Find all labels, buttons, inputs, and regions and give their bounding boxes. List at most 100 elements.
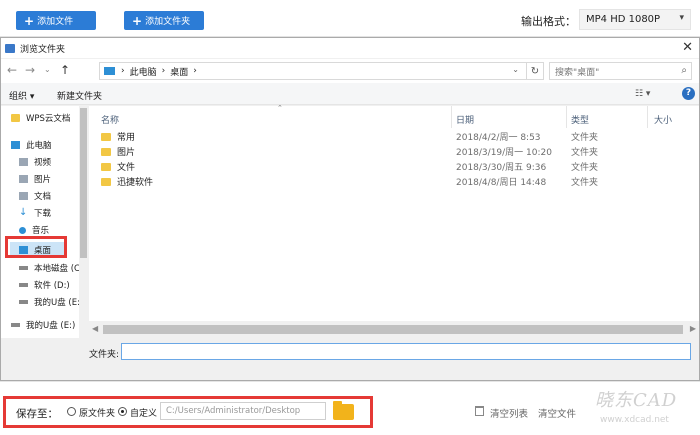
sidebar-item-label: 下载 xyxy=(34,209,52,219)
breadcrumb-separator: › xyxy=(193,66,197,76)
sort-caret-icon: ⌃ xyxy=(277,104,283,112)
folder-label: 文件夹: xyxy=(89,350,120,360)
open-folder-button[interactable] xyxy=(333,401,354,420)
table-row[interactable]: 迅捷软件 2018/4/8/周日 14:48 文件夹 xyxy=(101,174,661,189)
file-type: 文件夹 xyxy=(571,178,599,188)
video-icon xyxy=(19,158,28,166)
drive-icon xyxy=(19,283,28,287)
browse-folder-dialog: 浏览文件夹 ✕ ← → ⌄ ↑ › 此电脑 › 桌面 › ⌄ ↻ 搜索"桌面" … xyxy=(0,37,700,381)
add-file-button[interactable]: + 添加文件 xyxy=(16,11,96,30)
breadcrumb-desktop[interactable]: 桌面 xyxy=(170,65,188,78)
sidebar-scroll-thumb[interactable] xyxy=(80,108,87,258)
address-row: ← → ⌄ ↑ › 此电脑 › 桌面 › ⌄ ↻ 搜索"桌面" ⌕ xyxy=(1,59,699,83)
drive-icon xyxy=(19,266,28,270)
add-folder-label: 添加文件夹 xyxy=(145,17,191,27)
organize-menu[interactable]: 组织 ▾ xyxy=(9,89,34,102)
file-type: 文件夹 xyxy=(571,133,599,143)
back-arrow-icon[interactable]: ← xyxy=(7,63,17,77)
folder-icon xyxy=(101,147,111,156)
horizontal-scroll-thumb[interactable] xyxy=(103,325,683,334)
music-icon xyxy=(19,226,26,234)
save-to-label: 保存至： xyxy=(16,408,58,420)
search-placeholder: 搜索"桌面" xyxy=(555,67,600,78)
breadcrumb-this-pc[interactable]: 此电脑 xyxy=(130,65,157,78)
sidebar-item-label: 音乐 xyxy=(32,226,50,236)
picture-icon xyxy=(19,175,28,183)
watermark-logo: 晓东CAD xyxy=(595,390,678,411)
computer-icon xyxy=(11,141,20,149)
column-type[interactable]: 类型 xyxy=(571,113,589,126)
radio-custom[interactable] xyxy=(118,407,127,416)
file-name: 迅捷软件 xyxy=(117,178,154,188)
view-options-icon[interactable]: ☷ ▾ xyxy=(635,89,650,99)
help-icon[interactable]: ? xyxy=(682,87,695,100)
usb-icon xyxy=(19,300,28,304)
table-row[interactable]: 文件 2018/3/30/周五 9:36 文件夹 xyxy=(101,159,661,174)
save-path-input[interactable]: C:/Users/Administrator/Desktop xyxy=(160,402,326,420)
sidebar-item-label: 此电脑 xyxy=(26,141,52,151)
download-icon: ↓ xyxy=(19,207,28,218)
up-arrow-icon[interactable]: ↑ xyxy=(60,63,70,77)
recent-chevron-icon[interactable]: ⌄ xyxy=(44,65,51,74)
column-size[interactable]: 大小 xyxy=(654,113,672,126)
table-row[interactable]: 图片 2018/3/19/周一 10:20 文件夹 xyxy=(101,144,661,159)
sidebar-item-label: 本地磁盘 (C xyxy=(34,264,79,274)
column-divider xyxy=(647,106,648,128)
file-date: 2018/3/30/周五 9:36 xyxy=(456,163,547,173)
output-format-select[interactable]: MP4 HD 1080P ▾ xyxy=(579,9,691,30)
file-date: 2018/3/19/周一 10:20 xyxy=(456,148,552,158)
desktop-highlight-box xyxy=(5,236,67,258)
breadcrumb-separator: › xyxy=(161,66,166,76)
breadcrumb-separator: › xyxy=(121,66,125,76)
watermark-url: www.xdcad.net xyxy=(600,415,669,425)
plus-icon: + xyxy=(24,13,35,28)
dialog-toolbar: 组织 ▾ 新建文件夹 ☷ ▾ ? xyxy=(1,83,699,105)
add-file-label: 添加文件 xyxy=(37,17,74,27)
refresh-button[interactable]: ↻ xyxy=(527,62,544,80)
folder-icon xyxy=(101,177,111,186)
column-name[interactable]: 名称 xyxy=(101,113,119,126)
scroll-right-icon[interactable]: ▶ xyxy=(690,324,696,333)
radio-original-folder[interactable] xyxy=(67,407,76,416)
folder-icon xyxy=(11,114,20,122)
sidebar-item-label: 我的U盘 (E:) xyxy=(26,321,76,331)
table-row[interactable]: 常用 2018/4/2/周一 8:53 文件夹 xyxy=(101,129,661,144)
document-icon xyxy=(19,192,28,200)
add-folder-button[interactable]: + 添加文件夹 xyxy=(124,11,204,30)
close-icon[interactable]: ✕ xyxy=(682,40,693,55)
sidebar-item-local-disk-c[interactable]: 本地磁盘 (C xyxy=(19,260,79,276)
column-divider xyxy=(566,106,567,128)
file-type: 文件夹 xyxy=(571,148,599,158)
column-divider xyxy=(451,106,452,128)
search-input[interactable]: 搜索"桌面" ⌕ xyxy=(549,62,692,80)
sidebar-item-label: 我的U盘 (E: xyxy=(34,298,79,308)
clear-list-button[interactable]: 清空列表 xyxy=(490,406,528,420)
output-format-label: 输出格式： xyxy=(521,15,576,28)
original-folder-label[interactable]: 原文件夹 xyxy=(79,406,115,419)
sidebar-item-label: WPS云文档 xyxy=(26,114,71,124)
file-name: 图片 xyxy=(117,148,136,158)
forward-arrow-icon[interactable]: → xyxy=(25,63,35,77)
new-folder-button[interactable]: 新建文件夹 xyxy=(57,89,102,102)
chevron-down-icon[interactable]: ⌄ xyxy=(512,65,519,74)
address-bar[interactable]: › 此电脑 › 桌面 › ⌄ xyxy=(99,62,527,80)
save-location-bar: 保存至： 原文件夹 自定义 C:/Users/Administrator/Des… xyxy=(0,381,700,435)
folder-icon xyxy=(101,162,111,171)
sidebar-item-usb-e[interactable]: 我的U盘 (E: xyxy=(19,294,79,310)
custom-label[interactable]: 自定义 xyxy=(130,406,157,419)
clear-files-button[interactable]: 清空文件 xyxy=(538,406,576,420)
navigation-pane: WPS云文档 此电脑 视频 图片 文档 ↓ 下载 音乐 桌面 本地磁盘 (C 软… xyxy=(1,106,88,338)
horizontal-scrollbar[interactable]: ◀ ▶ xyxy=(89,321,699,338)
trash-icon[interactable] xyxy=(475,406,484,416)
scroll-left-icon[interactable]: ◀ xyxy=(92,324,98,333)
folder-name-input[interactable] xyxy=(121,343,691,360)
column-date[interactable]: 日期 xyxy=(456,113,474,126)
sidebar-item-label: 软件 (D:) xyxy=(34,281,70,291)
file-name: 文件 xyxy=(117,163,136,173)
folder-icon xyxy=(101,132,111,141)
app-toolbar: + 添加文件 + 添加文件夹 输出格式： MP4 HD 1080P ▾ xyxy=(0,0,700,37)
folder-name-row: 文件夹: xyxy=(1,339,699,379)
dialog-titlebar: 浏览文件夹 ✕ xyxy=(1,38,699,58)
sidebar-item-label: 文档 xyxy=(34,192,52,202)
file-date: 2018/4/8/周日 14:48 xyxy=(456,178,547,188)
